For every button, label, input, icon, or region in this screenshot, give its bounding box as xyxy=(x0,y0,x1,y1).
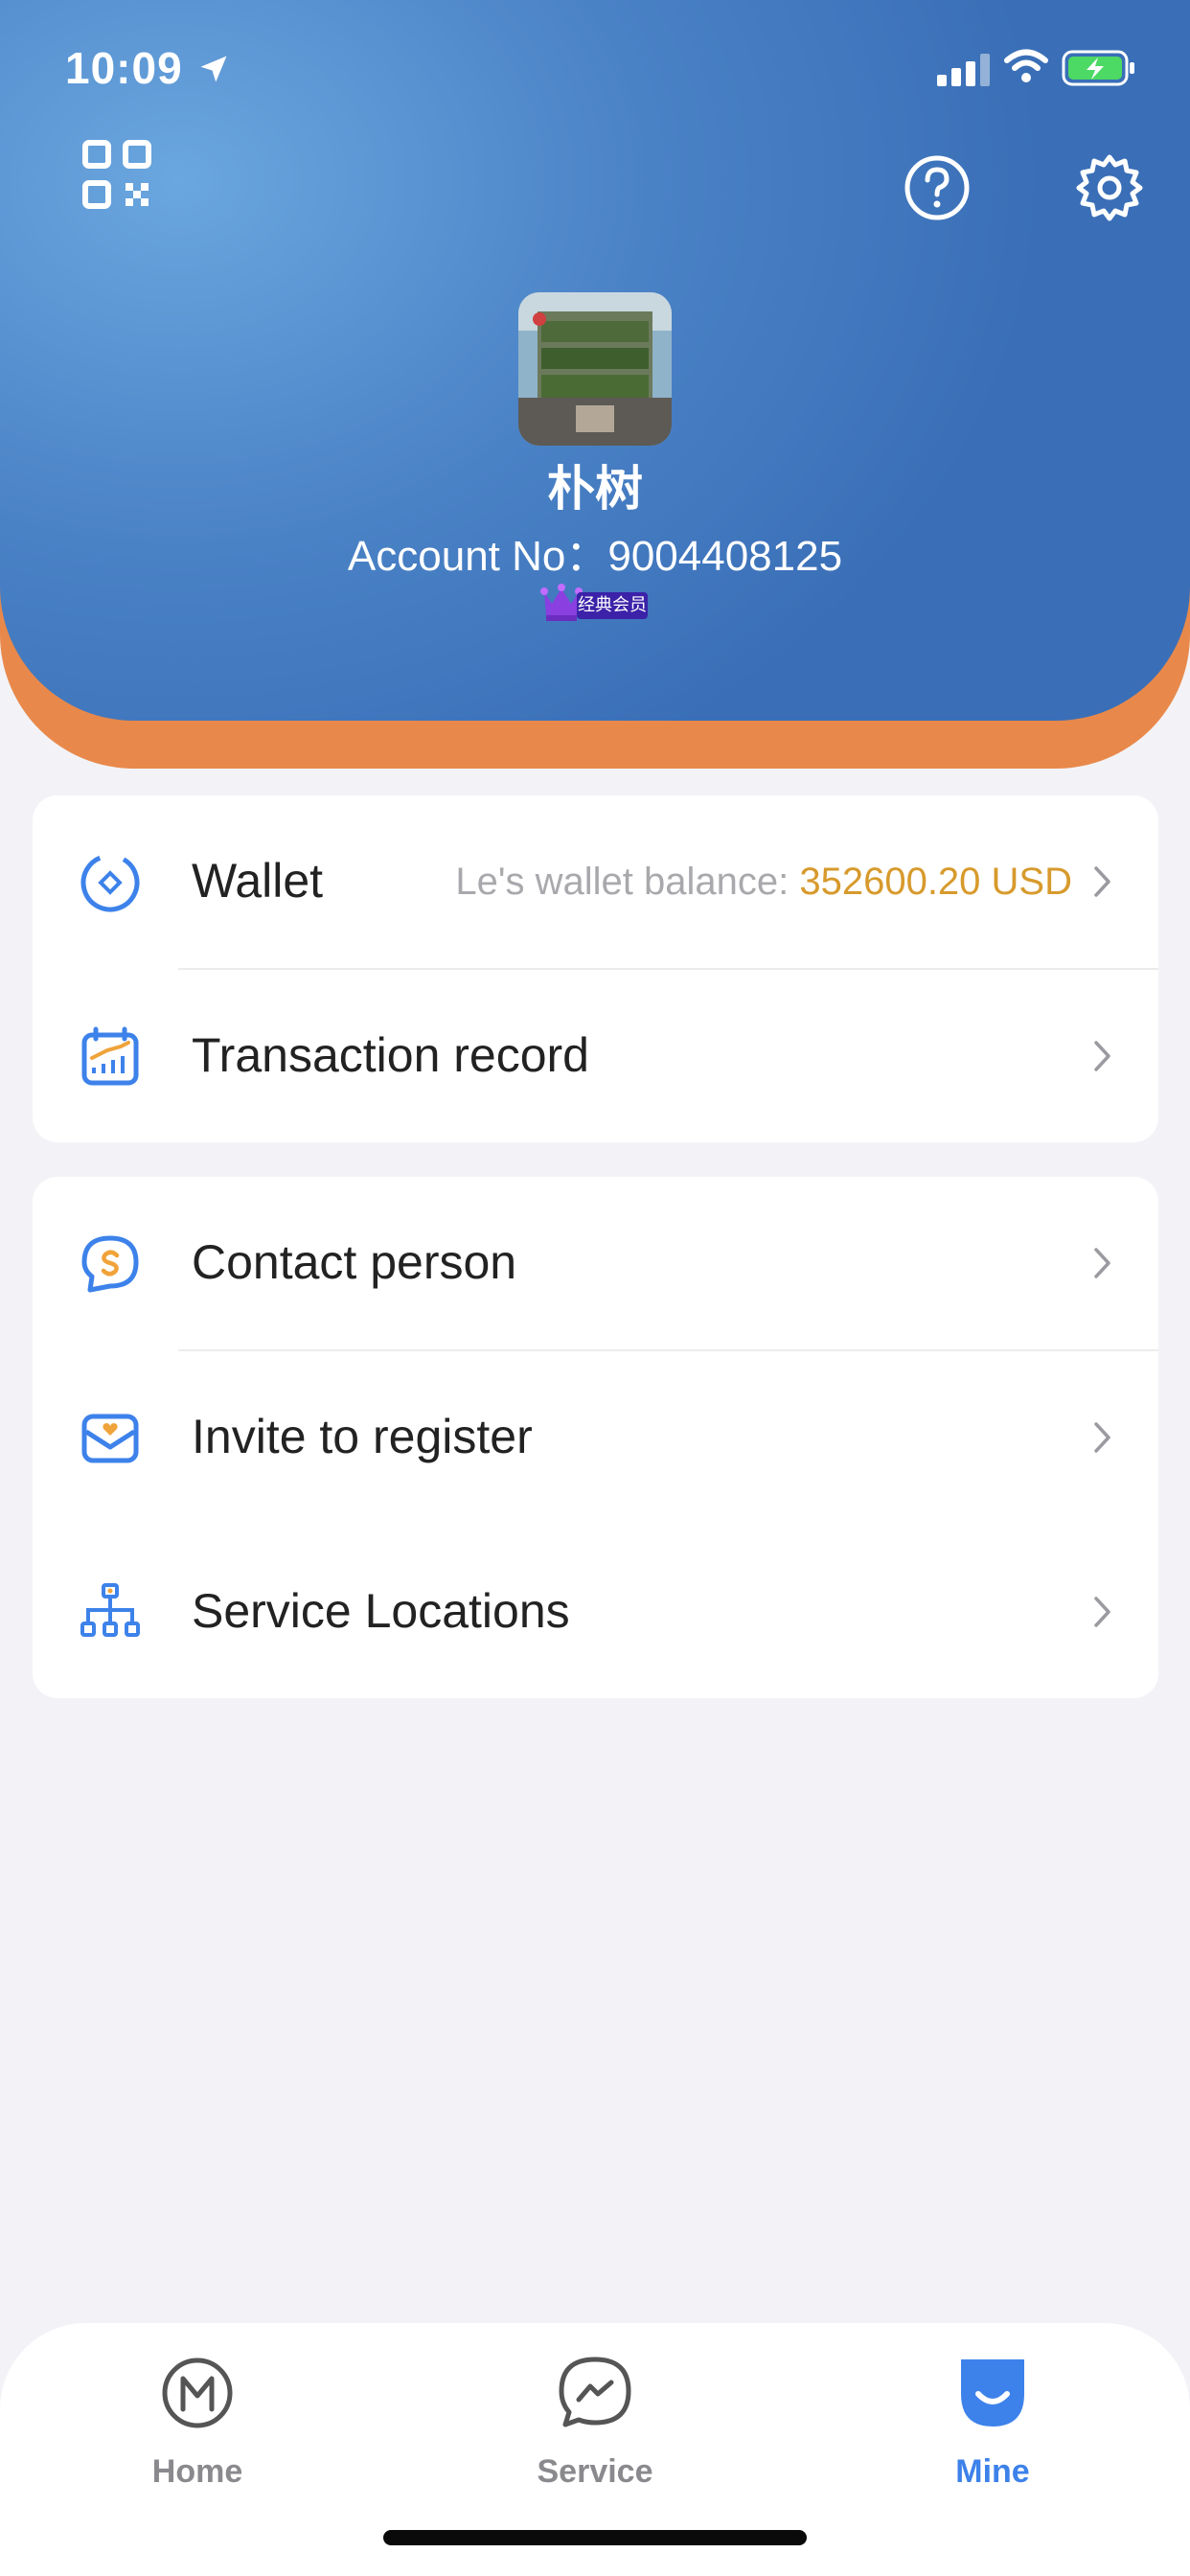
wallet-balance: Le's wallet balance: 352600.20 USD xyxy=(455,861,1072,904)
menu-item-label: Wallet xyxy=(192,854,324,908)
help-circle-icon xyxy=(904,155,970,220)
transaction-chart-icon xyxy=(81,1026,139,1086)
tab-label: Service xyxy=(537,2453,653,2490)
wifi-icon xyxy=(1004,49,1048,82)
chevron-right-icon xyxy=(1094,1041,1110,1071)
invite-envelope-icon xyxy=(81,1414,139,1463)
chevron-right-icon xyxy=(1094,866,1110,897)
home-indicator[interactable] xyxy=(383,2530,807,2545)
contact-bubble-icon xyxy=(81,1235,139,1293)
chevron-right-icon xyxy=(1094,1422,1110,1453)
menu-item-invite-register[interactable]: Invite to register xyxy=(33,1351,1158,1524)
wallet-balance-amount: 352600.20 USD xyxy=(799,861,1072,903)
help-button[interactable] xyxy=(899,150,975,226)
tab-label: Home xyxy=(151,2453,243,2490)
chevron-right-icon xyxy=(1094,1248,1110,1278)
status-time: 10:09 xyxy=(65,43,183,93)
account-menu-card: Wallet Le's wallet balance: 352600.20 US… xyxy=(33,795,1158,1142)
settings-button[interactable] xyxy=(1071,150,1148,226)
menu-item-wallet[interactable]: Wallet Le's wallet balance: 352600.20 US… xyxy=(33,795,1158,968)
qr-code-button[interactable] xyxy=(79,136,155,213)
avatar[interactable] xyxy=(518,292,672,446)
status-bar: 10:09 xyxy=(0,0,1190,134)
cellular-signal-icon xyxy=(937,54,990,86)
profile-header: 10:09 朴树 Account No：9004408125 经典会员 xyxy=(0,0,1190,769)
tab-label: Mine xyxy=(955,2453,1030,2490)
menu-item-label: Invite to register xyxy=(192,1410,533,1463)
menu-item-label: Contact person xyxy=(192,1235,517,1289)
wallet-balance-label: Le's wallet balance: xyxy=(455,861,800,903)
tab-home[interactable]: Home xyxy=(82,2356,312,2499)
tab-mine[interactable]: Mine xyxy=(878,2356,1108,2499)
tab-service[interactable]: Service xyxy=(480,2356,710,2499)
menu-item-service-locations[interactable]: Service Locations xyxy=(33,1526,1158,1698)
home-m-icon xyxy=(162,2358,233,2428)
mine-smile-icon xyxy=(961,2359,1024,2426)
profile-name: 朴树 xyxy=(547,462,643,516)
location-tree-icon xyxy=(80,1583,140,1637)
menu-item-label: Service Locations xyxy=(192,1584,570,1638)
location-arrow-icon xyxy=(200,56,227,82)
chevron-right-icon xyxy=(1094,1597,1110,1627)
wallet-icon xyxy=(80,853,140,912)
menu-item-contact-person[interactable]: Contact person xyxy=(33,1177,1158,1349)
qr-code-icon xyxy=(82,140,151,209)
membership-badge: 经典会员 xyxy=(540,583,652,623)
membership-badge-label: 经典会员 xyxy=(577,592,648,619)
services-menu-card: Contact person Invite to register Servic… xyxy=(33,1177,1158,1698)
battery-charging-icon xyxy=(1062,50,1134,86)
avatar-photo xyxy=(518,292,672,446)
header-blue-panel: 10:09 朴树 Account No：9004408125 经典会员 xyxy=(0,0,1190,721)
menu-item-label: Transaction record xyxy=(192,1028,589,1082)
chat-service-icon xyxy=(559,2357,631,2427)
gear-icon xyxy=(1076,154,1143,221)
menu-item-transaction-record[interactable]: Transaction record xyxy=(33,970,1158,1142)
account-number: Account No：9004408125 xyxy=(347,533,843,580)
